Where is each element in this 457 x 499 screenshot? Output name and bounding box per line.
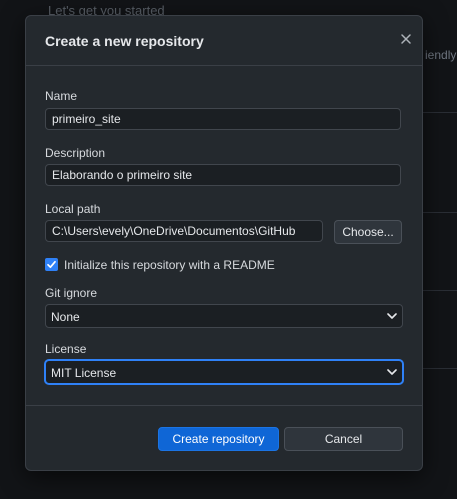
background-divider (423, 368, 457, 369)
gitignore-label: Git ignore (45, 286, 98, 300)
footer-divider (26, 405, 422, 406)
gitignore-selected-value: None (51, 310, 80, 324)
checkmark-icon (47, 260, 56, 269)
readme-checkbox[interactable] (45, 258, 58, 271)
background-divider (423, 212, 457, 213)
license-label: License (45, 342, 87, 356)
background-divider (423, 112, 457, 113)
background-heading: Let's get you started (48, 3, 165, 15)
gitignore-select[interactable]: None (45, 304, 403, 328)
background-divider (423, 290, 457, 291)
chevron-down-icon (387, 369, 397, 375)
local-path-field[interactable] (45, 220, 323, 242)
name-field[interactable] (45, 108, 401, 130)
description-field[interactable] (45, 164, 401, 186)
name-label: Name (45, 89, 78, 103)
background-partial-text: iendly (425, 48, 457, 62)
create-repository-dialog: Create a new repository Name Description… (25, 15, 423, 471)
license-select[interactable]: MIT License (45, 360, 403, 384)
description-label: Description (45, 146, 106, 160)
choose-path-button[interactable]: Choose... (334, 220, 402, 244)
cancel-button[interactable]: Cancel (284, 427, 403, 451)
license-selected-value: MIT License (51, 366, 117, 380)
create-repository-button[interactable]: Create repository (158, 427, 279, 451)
chevron-down-icon (387, 313, 397, 319)
readme-checkbox-label[interactable]: Initialize this repository with a README (64, 258, 275, 272)
dialog-title: Create a new repository (45, 33, 204, 49)
close-icon[interactable] (398, 31, 414, 47)
dialog-header: Create a new repository (26, 16, 422, 66)
local-path-label: Local path (45, 202, 101, 216)
